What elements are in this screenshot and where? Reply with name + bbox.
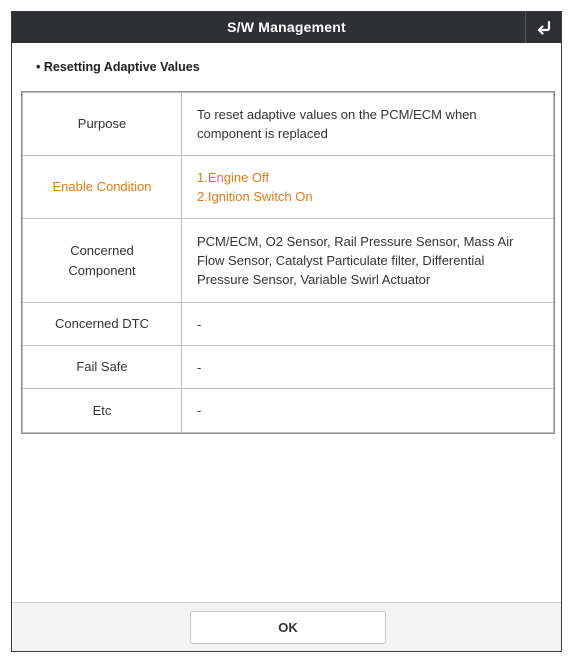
value-line: Pressure Sensor, Variable Swirl Actuator xyxy=(197,272,431,287)
return-arrow-icon xyxy=(537,20,550,35)
table-row-etc: Etc - xyxy=(22,388,554,433)
value-line: component is replaced xyxy=(197,126,328,141)
row-value: - xyxy=(181,388,554,433)
sw-management-dialog: S/W Management • Resetting Adaptive Valu… xyxy=(11,11,562,652)
row-label: Purpose xyxy=(22,92,182,156)
value-line: 1.Engine Off xyxy=(197,170,270,185)
table-row-purpose: Purpose To reset adaptive values on the … xyxy=(22,92,554,156)
value-line: Flow Sensor, Catalyst Particulate filter… xyxy=(197,253,485,268)
row-value: - xyxy=(181,302,554,346)
row-label: Concerned Component xyxy=(22,218,182,303)
row-label: Fail Safe xyxy=(22,345,182,389)
table-row-concerned-dtc: Concerned DTC - xyxy=(22,302,554,346)
row-label: Concerned DTC xyxy=(22,302,182,346)
row-label: Etc xyxy=(22,388,182,433)
value-line: 2.Ignition Switch On xyxy=(197,189,313,204)
dialog-footer: OK xyxy=(12,602,561,651)
table-row-enable-condition: Enable Condition 1.Engine Off 2.Ignition… xyxy=(22,155,554,219)
row-value: - xyxy=(181,345,554,389)
row-label: Enable Condition xyxy=(22,155,182,219)
label-line: Concerned xyxy=(70,242,134,258)
dialog-title: S/W Management xyxy=(227,19,346,35)
label-line: Component xyxy=(68,262,136,278)
row-value: 1.Engine Off 2.Ignition Switch On xyxy=(181,155,554,219)
table-row-concerned-component: Concerned Component PCM/ECM, O2 Sensor, … xyxy=(22,218,554,303)
info-table: Purpose To reset adaptive values on the … xyxy=(21,91,555,434)
value-line: PCM/ECM, O2 Sensor, Rail Pressure Sensor… xyxy=(197,234,514,249)
table-row-fail-safe: Fail Safe - xyxy=(22,345,554,389)
title-bar: S/W Management xyxy=(12,12,561,43)
row-value: PCM/ECM, O2 Sensor, Rail Pressure Sensor… xyxy=(181,218,554,303)
value-line: To reset adaptive values on the PCM/ECM … xyxy=(197,107,477,122)
section-title: • Resetting Adaptive Values xyxy=(36,60,200,74)
ok-button[interactable]: OK xyxy=(190,611,386,644)
back-button[interactable] xyxy=(525,12,561,43)
row-value: To reset adaptive values on the PCM/ECM … xyxy=(181,92,554,156)
